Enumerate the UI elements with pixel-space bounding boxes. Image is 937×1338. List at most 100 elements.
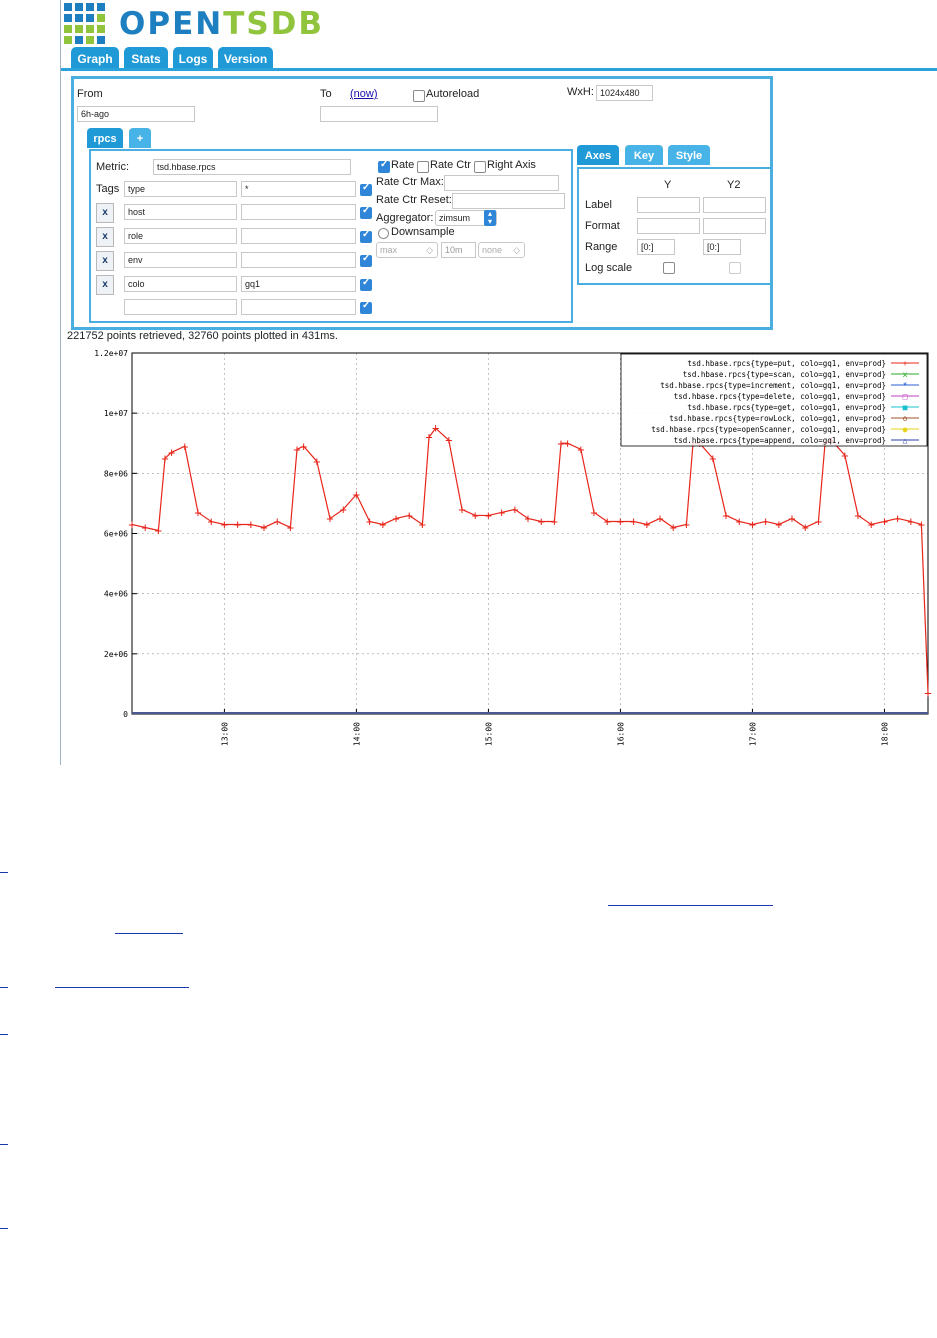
list-marker-link[interactable] xyxy=(0,1144,8,1145)
tag-value-input[interactable] xyxy=(241,299,356,315)
autoreload-label: Autoreload xyxy=(426,88,480,100)
legend-entry-label: tsd.hbase.rpcs{type=rowLock, colo=gq1, e… xyxy=(669,414,886,423)
tag-key-input[interactable]: env xyxy=(124,252,237,268)
remove-tag-button[interactable]: x xyxy=(96,203,114,223)
autoreload-checkbox[interactable] xyxy=(413,90,425,102)
list-marker-link[interactable] xyxy=(0,872,8,873)
tab-stats[interactable]: Stats xyxy=(124,47,168,69)
tag-key-input[interactable]: role xyxy=(124,228,237,244)
remove-tag-button[interactable]: x xyxy=(96,251,114,271)
metric-label: Metric: xyxy=(96,161,129,173)
tag-value-input[interactable]: gq1 xyxy=(241,276,356,292)
list-marker-link[interactable] xyxy=(0,1034,8,1035)
rate-ctr-checkbox[interactable] xyxy=(417,161,429,173)
remove-tag-button[interactable]: x xyxy=(96,227,114,247)
tab-logs[interactable]: Logs xyxy=(173,47,213,69)
series-layer: + + + + + + + + + + + + + + + + + + + + + + + + + + + + + + + + + + + + + + + +… xyxy=(128,421,932,714)
tab-graph[interactable]: Graph xyxy=(71,47,119,69)
data-point-marker: + xyxy=(551,514,558,528)
downsample-checkbox[interactable] xyxy=(378,228,389,239)
data-point-marker: + xyxy=(340,502,347,516)
y-range-input[interactable]: [0:] xyxy=(637,239,675,255)
x-tick-label: 17:00 xyxy=(748,722,757,746)
y2-range-input[interactable]: [0:] xyxy=(703,239,741,255)
rate-ctr-max-input[interactable] xyxy=(444,175,559,191)
tags-label: Tags xyxy=(96,183,120,195)
tag-value-input[interactable] xyxy=(241,252,356,268)
axes-box: Y Y2 Label Format Range [0:] [0:] Log sc… xyxy=(577,167,773,285)
legend-marker-icon: * xyxy=(903,381,908,390)
tag-group-checkbox[interactable] xyxy=(360,253,372,267)
tag-key-input[interactable]: colo xyxy=(124,276,237,292)
data-point-marker: + xyxy=(168,445,175,459)
tab-key[interactable]: Key xyxy=(625,145,663,165)
data-point-marker: + xyxy=(683,517,690,531)
metric-box: Metric: tsd.hbase.rpcs Tags type * x hos… xyxy=(89,149,573,323)
to-input[interactable] xyxy=(320,106,438,122)
tag-group-checkbox[interactable] xyxy=(360,182,372,196)
axis-range-row: Range xyxy=(585,241,618,253)
y-log-checkbox[interactable] xyxy=(663,262,675,274)
list-marker-link[interactable] xyxy=(0,987,8,988)
tag-value-input[interactable] xyxy=(241,228,356,244)
legend-marker-icon: + xyxy=(903,359,908,368)
y-format-input[interactable] xyxy=(637,218,700,234)
downsample-fill-select[interactable]: none ◇ xyxy=(478,242,525,258)
y-tick-label: 2e+06 xyxy=(104,650,128,659)
wxh-input[interactable]: 1024x480 xyxy=(596,85,653,101)
chevron-updown-icon: ◇ xyxy=(426,245,433,255)
y-label-input[interactable] xyxy=(637,197,700,213)
remove-tag-button[interactable]: x xyxy=(96,275,114,295)
tag-key-input[interactable] xyxy=(124,299,237,315)
inline-link[interactable] xyxy=(115,933,183,934)
right-axis-checkbox[interactable] xyxy=(474,161,486,173)
legend-entry-label: tsd.hbase.rpcs{type=put, colo=gq1, env=p… xyxy=(687,359,886,368)
data-point-marker: + xyxy=(274,514,281,528)
data-point-marker: + xyxy=(788,511,795,525)
y-tick-label: 1e+07 xyxy=(104,409,128,418)
from-label: From xyxy=(77,88,103,100)
data-point-marker: + xyxy=(445,433,452,447)
y2-log-checkbox[interactable] xyxy=(729,262,741,274)
tag-group-checkbox[interactable] xyxy=(360,300,372,314)
data-point-marker: + xyxy=(432,421,439,435)
tag-group-checkbox[interactable] xyxy=(360,205,372,219)
y2-label-input[interactable] xyxy=(703,197,766,213)
aggregator-label: Aggregator: xyxy=(376,212,434,224)
wxh-label: WxH: xyxy=(567,86,594,98)
inline-link[interactable] xyxy=(608,905,773,906)
legend-marker-icon: △ xyxy=(903,436,908,445)
opentsdb-logo: OPENTSDB xyxy=(63,2,383,46)
series-line-put xyxy=(131,427,929,693)
data-point-marker: + xyxy=(181,439,188,453)
downsample-function-select[interactable]: max ◇ xyxy=(376,242,438,258)
tag-value-input[interactable]: * xyxy=(241,181,356,197)
now-link[interactable]: (now) xyxy=(350,88,378,100)
y-tick-label: 6e+06 xyxy=(104,530,128,539)
from-input[interactable]: 6h-ago xyxy=(77,106,195,122)
rate-ctr-reset-input[interactable] xyxy=(452,193,565,209)
add-query-tab[interactable]: + xyxy=(129,128,151,148)
tag-group-checkbox[interactable] xyxy=(360,277,372,291)
tab-version[interactable]: Version xyxy=(218,47,273,69)
axis-format-row: Format xyxy=(585,220,620,232)
data-point-marker: + xyxy=(538,514,545,528)
tag-value-input[interactable] xyxy=(241,204,356,220)
downsample-interval-input[interactable]: 10m xyxy=(441,242,476,258)
tab-style[interactable]: Style xyxy=(668,145,710,165)
data-point-marker: + xyxy=(366,514,373,528)
data-point-marker: + xyxy=(815,514,822,528)
tag-key-input[interactable]: host xyxy=(124,204,237,220)
inline-link[interactable] xyxy=(55,987,189,988)
tag-key-input[interactable]: type xyxy=(124,181,237,197)
tab-axes[interactable]: Axes xyxy=(577,145,619,165)
data-point-marker: + xyxy=(670,520,677,534)
rate-checkbox[interactable] xyxy=(378,159,390,173)
data-point-marker: + xyxy=(353,487,360,501)
metric-input[interactable]: tsd.hbase.rpcs xyxy=(153,159,351,175)
y2-format-input[interactable] xyxy=(703,218,766,234)
query-tab-rpcs[interactable]: rpcs xyxy=(87,128,123,148)
list-marker-link[interactable] xyxy=(0,1228,8,1229)
tag-group-checkbox[interactable] xyxy=(360,229,372,243)
data-point-marker: + xyxy=(736,514,743,528)
